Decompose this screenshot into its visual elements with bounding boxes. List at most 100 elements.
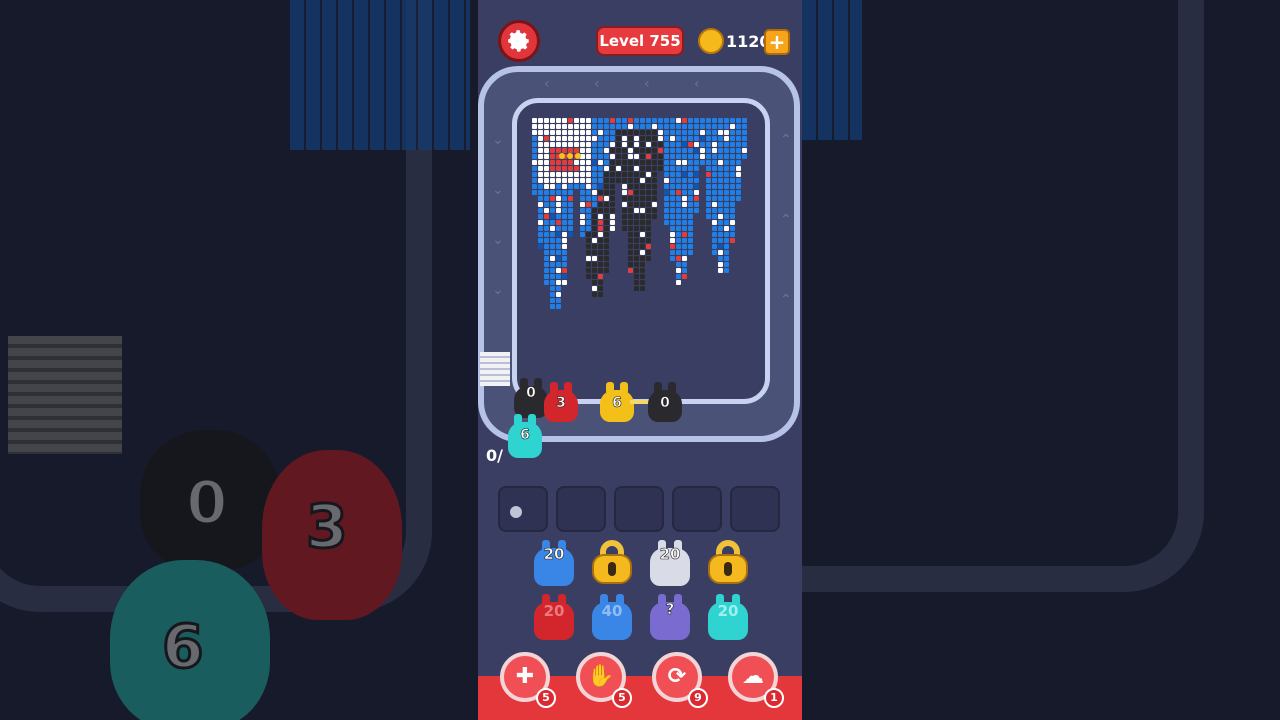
pixel-block bbox=[736, 154, 741, 159]
pixel-block bbox=[610, 178, 615, 183]
holding-slot[interactable] bbox=[730, 486, 780, 532]
pixel-block bbox=[712, 130, 717, 135]
pixel-block bbox=[550, 160, 555, 165]
pixel-block bbox=[550, 256, 555, 261]
pixel-block bbox=[694, 142, 699, 147]
pixel-block bbox=[640, 256, 645, 261]
locked-shooter[interactable] bbox=[592, 540, 632, 584]
pixel-art bbox=[532, 118, 747, 309]
pixel-block bbox=[538, 154, 543, 159]
pixel-block bbox=[730, 196, 735, 201]
pixel-block bbox=[544, 220, 549, 225]
queue-shooter-blue[interactable]: 20 bbox=[534, 540, 574, 586]
pixel-block bbox=[652, 196, 657, 201]
pixel-block bbox=[604, 124, 609, 129]
pixel-block bbox=[598, 220, 603, 225]
hand-booster[interactable]: ✋ 5 bbox=[576, 652, 632, 708]
conveyor-shooter-black[interactable]: 0 bbox=[514, 378, 548, 418]
queue-shooter-red[interactable]: 20 bbox=[534, 594, 574, 640]
pixel-block bbox=[706, 142, 711, 147]
pixel-block bbox=[730, 190, 735, 195]
pixel-block bbox=[682, 232, 687, 237]
pixel-block bbox=[634, 256, 639, 261]
locked-shooter[interactable] bbox=[708, 540, 748, 584]
pixel-block bbox=[598, 154, 603, 159]
pixel-block bbox=[610, 190, 615, 195]
pixel-block bbox=[718, 214, 723, 219]
pixel-block bbox=[622, 226, 627, 231]
magnet-booster[interactable]: ☁ 1 bbox=[728, 652, 784, 708]
pixel-block bbox=[532, 142, 537, 147]
pixel-block bbox=[538, 148, 543, 153]
pixel-block bbox=[538, 172, 543, 177]
pixel-block bbox=[586, 256, 591, 261]
conveyor-shooter-black[interactable]: 0 bbox=[648, 382, 682, 422]
add-slot-icon: ✚ bbox=[515, 664, 535, 689]
pixel-block bbox=[706, 136, 711, 141]
pixel-block bbox=[694, 124, 699, 129]
pixel-block bbox=[628, 202, 633, 207]
pixel-block bbox=[646, 142, 651, 147]
pixel-block bbox=[724, 232, 729, 237]
pixel-block bbox=[664, 142, 669, 147]
pixel-block bbox=[640, 274, 645, 279]
pixel-block bbox=[634, 250, 639, 255]
shuffle-booster[interactable]: ⟳ 9 bbox=[652, 652, 708, 708]
pixel-block bbox=[556, 178, 561, 183]
slot-dot bbox=[510, 506, 522, 518]
pixel-block bbox=[592, 130, 597, 135]
pixel-block bbox=[670, 232, 675, 237]
pixel-block bbox=[682, 148, 687, 153]
pixel-block bbox=[586, 244, 591, 249]
pixel-block bbox=[676, 184, 681, 189]
conveyor-shooter-red[interactable]: 3 bbox=[544, 382, 578, 422]
pixel-block bbox=[634, 274, 639, 279]
pixel-block bbox=[634, 244, 639, 249]
pixel-block bbox=[688, 250, 693, 255]
holding-slot[interactable] bbox=[556, 486, 606, 532]
pixel-block bbox=[664, 154, 669, 159]
pixel-block bbox=[592, 208, 597, 213]
pixel-block bbox=[640, 172, 645, 177]
conveyor-shooter-cyan[interactable]: 6 bbox=[508, 414, 542, 458]
queue-shooter-blue[interactable]: 40 bbox=[592, 594, 632, 640]
holding-slot[interactable] bbox=[498, 486, 548, 532]
queue-shooter-cyan[interactable]: 20 bbox=[708, 594, 748, 640]
pixel-block bbox=[736, 130, 741, 135]
pixel-block bbox=[586, 196, 591, 201]
pixel-block bbox=[538, 202, 543, 207]
settings-button[interactable] bbox=[498, 20, 540, 62]
pixel-block bbox=[604, 172, 609, 177]
pixel-block bbox=[550, 238, 555, 243]
conveyor-capacity-counter: 0/ bbox=[486, 446, 503, 465]
pixel-block bbox=[616, 178, 621, 183]
pixel-block bbox=[670, 172, 675, 177]
pixel-block bbox=[646, 214, 651, 219]
conveyor-entry bbox=[480, 352, 510, 386]
pixel-block bbox=[628, 262, 633, 267]
pixel-block bbox=[598, 250, 603, 255]
conveyor-shooter-yellow[interactable]: 6 bbox=[600, 382, 634, 422]
pixel-block bbox=[532, 154, 537, 159]
holding-slot[interactable] bbox=[614, 486, 664, 532]
queue-shooter-hidden[interactable]: ? bbox=[650, 594, 690, 640]
add-coins-button[interactable]: + bbox=[764, 29, 790, 55]
add-slot-booster[interactable]: ✚ 5 bbox=[500, 652, 556, 708]
pixel-block bbox=[538, 244, 543, 249]
pixel-block bbox=[670, 130, 675, 135]
pixel-block bbox=[694, 172, 699, 177]
pixel-block bbox=[538, 136, 543, 141]
pixel-block bbox=[658, 148, 663, 153]
shooter-count: 20 bbox=[659, 545, 681, 564]
pixel-block bbox=[556, 166, 561, 171]
pixel-block bbox=[634, 262, 639, 267]
pixel-block bbox=[724, 172, 729, 177]
pixel-block bbox=[574, 172, 579, 177]
holding-slot[interactable] bbox=[672, 486, 722, 532]
pixel-block bbox=[718, 178, 723, 183]
queue-shooter-white[interactable]: 20 bbox=[650, 540, 690, 586]
pixel-block bbox=[628, 226, 633, 231]
pixel-block bbox=[610, 148, 615, 153]
pixel-block bbox=[586, 202, 591, 207]
pixel-block bbox=[550, 304, 555, 309]
